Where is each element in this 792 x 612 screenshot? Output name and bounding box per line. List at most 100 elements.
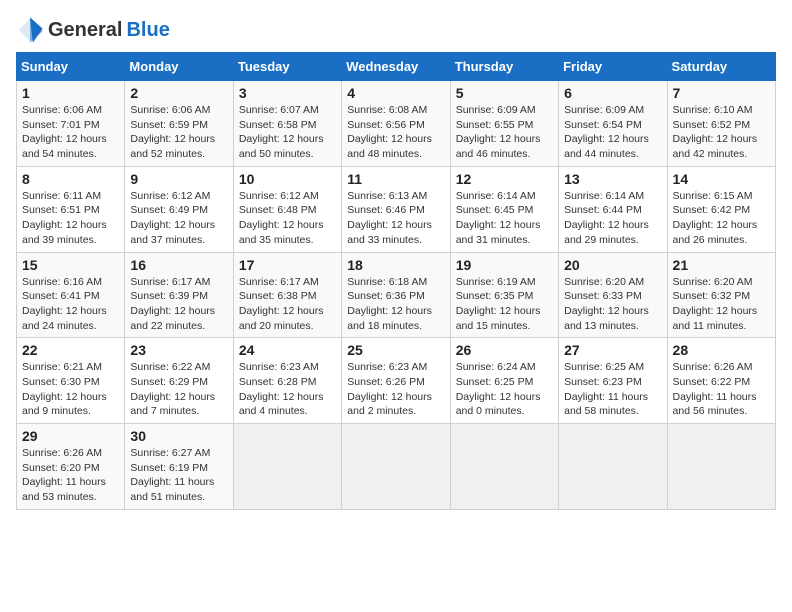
day-number: 12: [456, 171, 553, 187]
calendar-cell: [559, 424, 667, 510]
calendar-cell: 27 Sunrise: 6:25 AM Sunset: 6:23 PM Dayli…: [559, 338, 667, 424]
calendar-cell: 20 Sunrise: 6:20 AM Sunset: 6:33 PM Dayli…: [559, 252, 667, 338]
day-info: Sunrise: 6:17 AM Sunset: 6:38 PM Dayligh…: [239, 275, 336, 334]
day-number: 27: [564, 342, 661, 358]
day-number: 7: [673, 85, 770, 101]
day-info: Sunrise: 6:11 AM Sunset: 6:51 PM Dayligh…: [22, 189, 119, 248]
day-number: 18: [347, 257, 444, 273]
calendar-week-row: 29 Sunrise: 6:26 AM Sunset: 6:20 PM Dayli…: [17, 424, 776, 510]
logo: GeneralBlue: [16, 16, 170, 44]
calendar-cell: 25 Sunrise: 6:23 AM Sunset: 6:26 PM Dayli…: [342, 338, 450, 424]
day-info: Sunrise: 6:23 AM Sunset: 6:26 PM Dayligh…: [347, 360, 444, 419]
day-number: 29: [22, 428, 119, 444]
day-info: Sunrise: 6:06 AM Sunset: 6:59 PM Dayligh…: [130, 103, 227, 162]
day-info: Sunrise: 6:27 AM Sunset: 6:19 PM Dayligh…: [130, 446, 227, 505]
calendar-cell: 28 Sunrise: 6:26 AM Sunset: 6:22 PM Dayli…: [667, 338, 775, 424]
calendar-cell: 26 Sunrise: 6:24 AM Sunset: 6:25 PM Dayli…: [450, 338, 558, 424]
calendar-cell: 23Sunrise: 6:22 AM Sunset: 6:29 PM Dayli…: [125, 338, 233, 424]
day-number: 8: [22, 171, 119, 187]
day-info: Sunrise: 6:23 AM Sunset: 6:28 PM Dayligh…: [239, 360, 336, 419]
day-info: Sunrise: 6:26 AM Sunset: 6:20 PM Dayligh…: [22, 446, 119, 505]
day-info: Sunrise: 6:07 AM Sunset: 6:58 PM Dayligh…: [239, 103, 336, 162]
column-header-wednesday: Wednesday: [342, 53, 450, 81]
day-number: 22: [22, 342, 119, 358]
column-header-sunday: Sunday: [17, 53, 125, 81]
day-info: Sunrise: 6:09 AM Sunset: 6:54 PM Dayligh…: [564, 103, 661, 162]
day-info: Sunrise: 6:12 AM Sunset: 6:48 PM Dayligh…: [239, 189, 336, 248]
day-number: 2: [130, 85, 227, 101]
day-info: Sunrise: 6:06 AM Sunset: 7:01 PM Dayligh…: [22, 103, 119, 162]
calendar-cell: 19 Sunrise: 6:19 AM Sunset: 6:35 PM Dayli…: [450, 252, 558, 338]
day-info: Sunrise: 6:10 AM Sunset: 6:52 PM Dayligh…: [673, 103, 770, 162]
column-header-saturday: Saturday: [667, 53, 775, 81]
calendar-cell: 12 Sunrise: 6:14 AM Sunset: 6:45 PM Dayli…: [450, 166, 558, 252]
calendar-cell: 11 Sunrise: 6:13 AM Sunset: 6:46 PM Dayli…: [342, 166, 450, 252]
header: GeneralBlue: [16, 16, 776, 44]
day-number: 5: [456, 85, 553, 101]
day-info: Sunrise: 6:14 AM Sunset: 6:44 PM Dayligh…: [564, 189, 661, 248]
day-number: 1: [22, 85, 119, 101]
day-info: Sunrise: 6:26 AM Sunset: 6:22 PM Dayligh…: [673, 360, 770, 419]
calendar-cell: 30 Sunrise: 6:27 AM Sunset: 6:19 PM Dayli…: [125, 424, 233, 510]
day-number: 16: [130, 257, 227, 273]
day-number: 28: [673, 342, 770, 358]
day-info: Sunrise: 6:15 AM Sunset: 6:42 PM Dayligh…: [673, 189, 770, 248]
calendar-cell: 21 Sunrise: 6:20 AM Sunset: 6:32 PM Dayli…: [667, 252, 775, 338]
calendar-cell: [233, 424, 341, 510]
day-info: Sunrise: 6:13 AM Sunset: 6:46 PM Dayligh…: [347, 189, 444, 248]
day-number: 11: [347, 171, 444, 187]
calendar-cell: 15 Sunrise: 6:16 AM Sunset: 6:41 PM Dayli…: [17, 252, 125, 338]
calendar-cell: 3 Sunrise: 6:07 AM Sunset: 6:58 PM Daylig…: [233, 81, 341, 167]
calendar-cell: 8 Sunrise: 6:11 AM Sunset: 6:51 PM Daylig…: [17, 166, 125, 252]
day-info: Sunrise: 6:18 AM Sunset: 6:36 PM Dayligh…: [347, 275, 444, 334]
day-number: 25: [347, 342, 444, 358]
day-info: Sunrise: 6:08 AM Sunset: 6:56 PM Dayligh…: [347, 103, 444, 162]
calendar-cell: 14 Sunrise: 6:15 AM Sunset: 6:42 PM Dayli…: [667, 166, 775, 252]
day-info: Sunrise: 6:21 AM Sunset: 6:30 PM Dayligh…: [22, 360, 119, 419]
day-number: 6: [564, 85, 661, 101]
day-number: 19: [456, 257, 553, 273]
calendar-cell: [342, 424, 450, 510]
day-info: Sunrise: 6:14 AM Sunset: 6:45 PM Dayligh…: [456, 189, 553, 248]
day-number: 30: [130, 428, 227, 444]
calendar-cell: 1 Sunrise: 6:06 AM Sunset: 7:01 PM Daylig…: [17, 81, 125, 167]
calendar-header-row: SundayMondayTuesdayWednesdayThursdayFrid…: [17, 53, 776, 81]
day-number: 9: [130, 171, 227, 187]
day-info: Sunrise: 6:22 AM Sunset: 6:29 PM Dayligh…: [130, 360, 227, 419]
calendar-cell: 7 Sunrise: 6:10 AM Sunset: 6:52 PM Daylig…: [667, 81, 775, 167]
calendar-week-row: 8 Sunrise: 6:11 AM Sunset: 6:51 PM Daylig…: [17, 166, 776, 252]
column-header-tuesday: Tuesday: [233, 53, 341, 81]
day-number: 21: [673, 257, 770, 273]
calendar-cell: 4 Sunrise: 6:08 AM Sunset: 6:56 PM Daylig…: [342, 81, 450, 167]
calendar-cell: 13 Sunrise: 6:14 AM Sunset: 6:44 PM Dayli…: [559, 166, 667, 252]
day-number: 3: [239, 85, 336, 101]
day-info: Sunrise: 6:16 AM Sunset: 6:41 PM Dayligh…: [22, 275, 119, 334]
day-number: 13: [564, 171, 661, 187]
day-number: 24: [239, 342, 336, 358]
column-header-friday: Friday: [559, 53, 667, 81]
day-number: 17: [239, 257, 336, 273]
logo-icon: [16, 16, 44, 44]
calendar-week-row: 1 Sunrise: 6:06 AM Sunset: 7:01 PM Daylig…: [17, 81, 776, 167]
day-info: Sunrise: 6:20 AM Sunset: 6:32 PM Dayligh…: [673, 275, 770, 334]
calendar-cell: 6 Sunrise: 6:09 AM Sunset: 6:54 PM Daylig…: [559, 81, 667, 167]
day-info: Sunrise: 6:19 AM Sunset: 6:35 PM Dayligh…: [456, 275, 553, 334]
logo-general: General: [48, 19, 122, 42]
day-info: Sunrise: 6:17 AM Sunset: 6:39 PM Dayligh…: [130, 275, 227, 334]
day-info: Sunrise: 6:25 AM Sunset: 6:23 PM Dayligh…: [564, 360, 661, 419]
logo-blue: Blue: [126, 19, 169, 42]
calendar-cell: 10Sunrise: 6:12 AM Sunset: 6:48 PM Dayli…: [233, 166, 341, 252]
calendar-cell: [667, 424, 775, 510]
column-header-monday: Monday: [125, 53, 233, 81]
calendar-cell: 17 Sunrise: 6:17 AM Sunset: 6:38 PM Dayli…: [233, 252, 341, 338]
day-number: 4: [347, 85, 444, 101]
day-number: 20: [564, 257, 661, 273]
calendar-cell: 22 Sunrise: 6:21 AM Sunset: 6:30 PM Dayli…: [17, 338, 125, 424]
calendar-cell: [450, 424, 558, 510]
day-info: Sunrise: 6:12 AM Sunset: 6:49 PM Dayligh…: [130, 189, 227, 248]
day-info: Sunrise: 6:20 AM Sunset: 6:33 PM Dayligh…: [564, 275, 661, 334]
day-number: 15: [22, 257, 119, 273]
day-number: 26: [456, 342, 553, 358]
day-info: Sunrise: 6:24 AM Sunset: 6:25 PM Dayligh…: [456, 360, 553, 419]
day-number: 14: [673, 171, 770, 187]
